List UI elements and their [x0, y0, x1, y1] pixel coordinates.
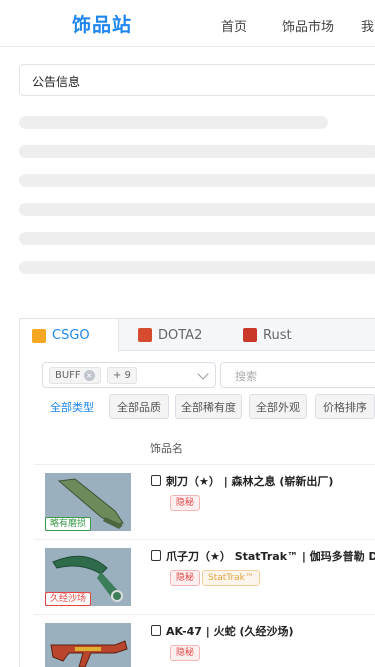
- item-name[interactable]: 爪子刀（★） StatTrak™ | 伽玛多普勒 DD...: [151, 548, 375, 564]
- close-icon[interactable]: ×: [83, 370, 95, 381]
- item-image-bayonet[interactable]: 略有磨损: [45, 473, 131, 531]
- tab-dota2[interactable]: DOTA2: [126, 319, 214, 351]
- csgo-icon: [32, 328, 46, 343]
- rarity-tag: 隐秘: [170, 570, 201, 586]
- platform-chip[interactable]: BUFF ×: [49, 367, 101, 384]
- item-name-text: 爪子刀（★） StatTrak™ | 伽玛多普勒 DD...: [166, 550, 375, 563]
- skeleton-line: [19, 261, 375, 274]
- filter-exterior[interactable]: 全部外观: [249, 394, 307, 419]
- item-name-text: 刺刀（★） | 森林之息 (崭新出厂): [166, 475, 334, 488]
- item-image-karambit[interactable]: 久经沙场: [45, 548, 131, 606]
- platform-chip-label: BUFF: [55, 370, 81, 381]
- skeleton-line: [19, 145, 375, 158]
- table-row[interactable]: AK-47 | 火蛇 (久经沙场) 隐秘: [34, 615, 375, 667]
- copy-icon[interactable]: [151, 625, 161, 636]
- filter-quality[interactable]: 全部品质: [109, 394, 169, 419]
- item-name[interactable]: 刺刀（★） | 森林之息 (崭新出厂): [151, 473, 375, 489]
- exterior-badge: 略有磨损: [45, 517, 92, 531]
- nav-item-mine[interactable]: 我的: [361, 16, 375, 35]
- table-row[interactable]: 略有磨损 刺刀（★） | 森林之息 (崭新出厂) 隐秘: [34, 465, 375, 540]
- top-navigation-bar: 饰品站 首页 饰品市场 我的: [0, 0, 375, 47]
- game-tabs: CSGO DOTA2 Rust: [20, 319, 375, 352]
- tab-csgo[interactable]: CSGO: [20, 319, 119, 352]
- skeleton-line: [19, 174, 375, 187]
- table-row[interactable]: 久经沙场 爪子刀（★） StatTrak™ | 伽玛多普勒 DD... 隐秘 S…: [34, 540, 375, 615]
- item-name-text: AK-47 | 火蛇 (久经沙场): [166, 625, 294, 638]
- rust-icon: [243, 328, 257, 342]
- tab-label: CSGO: [52, 328, 90, 343]
- item-name[interactable]: AK-47 | 火蛇 (久经沙场): [151, 623, 375, 639]
- tab-label: Rust: [263, 327, 292, 343]
- filter-type[interactable]: 全部类型: [42, 394, 102, 419]
- column-header-name: 饰品名: [150, 442, 183, 455]
- skeleton-line: [19, 116, 328, 129]
- nav-item-home[interactable]: 首页: [221, 16, 247, 35]
- more-chip: + 9: [107, 367, 137, 384]
- skeleton-line: [19, 232, 375, 245]
- copy-icon[interactable]: [151, 550, 161, 561]
- notice-bar[interactable]: 公告信息: [19, 64, 375, 96]
- filter-rarity[interactable]: 全部稀有度: [175, 394, 242, 419]
- skeleton-line: [19, 203, 375, 216]
- filter-sort[interactable]: 价格排序: [315, 394, 375, 419]
- tab-rust[interactable]: Rust: [231, 319, 304, 351]
- rifle-image: [50, 640, 128, 667]
- copy-icon[interactable]: [151, 475, 161, 486]
- site-logo[interactable]: 饰品站: [72, 10, 132, 37]
- exterior-badge: 久经沙场: [45, 592, 92, 606]
- dota2-icon: [138, 328, 152, 342]
- search-input[interactable]: 搜索: [220, 362, 375, 388]
- rarity-tag: 隐秘: [170, 495, 201, 511]
- tab-label: DOTA2: [158, 327, 203, 343]
- rarity-tag: 隐秘: [170, 645, 201, 661]
- market-panel: CSGO DOTA2 Rust BUFF × + 9 搜索 全部类型 全部品质 全…: [19, 318, 375, 667]
- platform-select[interactable]: BUFF × + 9: [42, 362, 216, 388]
- stattrak-tag: StatTrak™: [202, 570, 260, 586]
- chevron-down-icon[interactable]: [197, 368, 209, 380]
- nav-item-market[interactable]: 饰品市场: [282, 16, 334, 35]
- item-image-ak47[interactable]: [45, 623, 131, 667]
